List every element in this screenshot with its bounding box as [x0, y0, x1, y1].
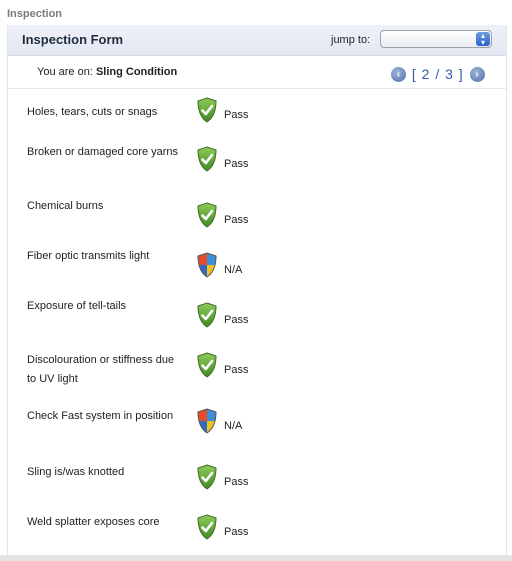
inspection-item-label: Sling is/was knotted: [27, 466, 125, 478]
inspection-item-label: Fiber optic transmits light: [27, 250, 150, 262]
inspection-item-label: Weld splatter exposes core: [27, 516, 160, 528]
page-indicator: [ 2 / 3 ]: [411, 66, 464, 83]
arrow-left-circle-icon[interactable]: ‹: [391, 66, 406, 82]
pass-shield-icon[interactable]: [196, 97, 218, 123]
form-header: Inspection Form jump to: ▴ ▾: [8, 25, 506, 56]
bottom-scroll-bar: [0, 555, 512, 561]
inspection-item-label: Exposure of tell-tails: [27, 300, 127, 312]
inspection-row: Holes, tears, cuts or snags Pass: [8, 89, 506, 139]
inspection-row: Discolouration or stiffness due to UV li…: [8, 345, 506, 395]
pass-shield-icon[interactable]: [196, 352, 218, 378]
location-text: You are on: Sling Condition: [37, 66, 177, 78]
inspection-item-status: Pass: [224, 109, 249, 121]
inspection-item-label: Discolouration or stiffness due to UV li…: [27, 354, 175, 385]
app-title: Inspection: [7, 8, 63, 20]
form-title: Inspection Form: [22, 32, 124, 47]
pager: ‹ [ 2 / 3 ] ›: [391, 65, 485, 82]
inspection-item-status: N/A: [224, 264, 243, 276]
inspection-panel: Inspection Form jump to: ▴ ▾ You are on: …: [7, 25, 507, 555]
pass-shield-icon[interactable]: [196, 514, 218, 540]
pass-shield-icon[interactable]: [196, 302, 218, 328]
inspection-row: Fiber optic transmits light N/A: [8, 245, 506, 295]
inspection-item-status: Pass: [224, 476, 249, 488]
inspection-item-label: Chemical burns: [27, 200, 104, 212]
pass-shield-icon[interactable]: [196, 202, 218, 228]
location-bar: You are on: Sling Condition ‹ [ 2 / 3 ] …: [8, 56, 506, 89]
jump-to-select[interactable]: ▴ ▾: [380, 30, 492, 48]
inspection-row: Sling is/was knotted Pass: [8, 457, 506, 507]
jump-to-label: jump to:: [331, 34, 371, 46]
inspection-item-status: Pass: [224, 364, 249, 376]
inspection-row: Broken or damaged core yarns Pass: [8, 139, 506, 189]
pass-shield-icon[interactable]: [196, 464, 218, 490]
inspection-item-label: Check Fast system in position: [27, 410, 174, 422]
inspection-item-status: Pass: [224, 158, 249, 170]
inspection-item-status: Pass: [224, 526, 249, 538]
inspection-item-status: Pass: [224, 314, 249, 326]
inspection-row: Check Fast system in position N/A: [8, 401, 506, 451]
inspection-row: Weld splatter exposes core Pass: [8, 507, 506, 557]
na-shield-icon[interactable]: [196, 252, 218, 278]
select-arrows-icon: ▴ ▾: [476, 32, 490, 47]
na-shield-icon[interactable]: [196, 408, 218, 434]
inspection-item-status: N/A: [224, 420, 243, 432]
inspection-item-label: Broken or damaged core yarns: [27, 146, 179, 158]
arrow-right-circle-icon[interactable]: ›: [469, 66, 485, 82]
inspection-item-status: Pass: [224, 214, 249, 226]
inspection-item-label: Holes, tears, cuts or snags: [27, 106, 158, 118]
inspection-row: Exposure of tell-tails Pass: [8, 295, 506, 345]
pass-shield-icon[interactable]: [196, 146, 218, 172]
current-section: Sling Condition: [95, 66, 178, 78]
inspection-row: Chemical burns Pass: [8, 195, 506, 245]
location-prefix: You are on:: [37, 66, 93, 78]
